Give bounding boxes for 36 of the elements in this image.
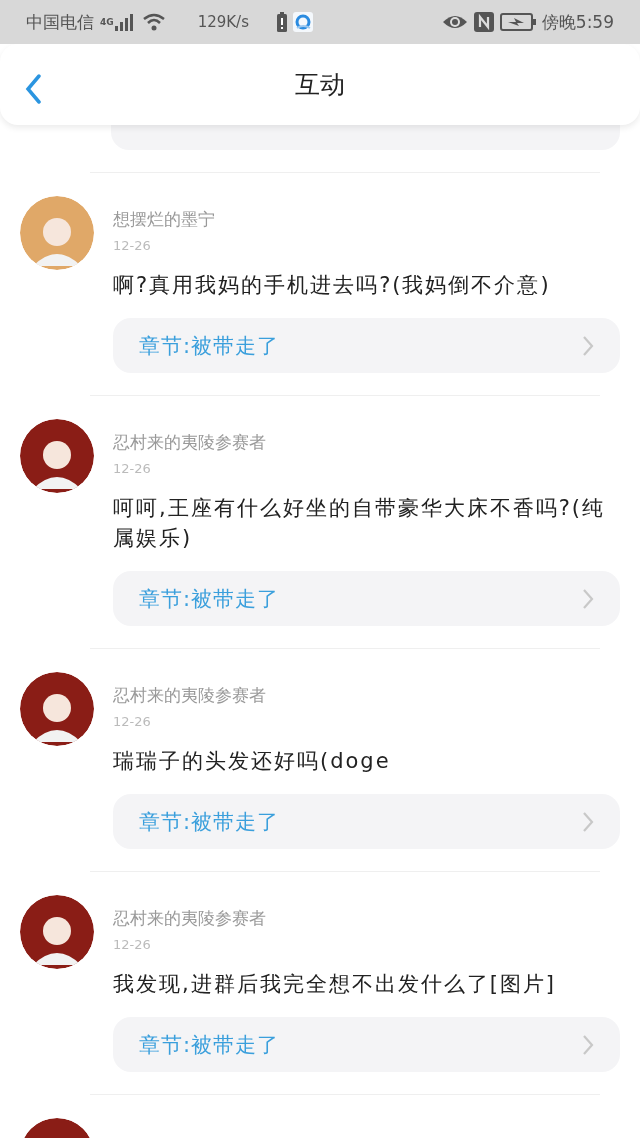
user-name[interactable]: 忍村来的夷陵参赛者	[113, 684, 266, 706]
comment-text: 瑞瑞子的头发还好吗(doge	[113, 748, 392, 775]
chevron-right-icon	[582, 587, 594, 610]
user-name[interactable]: 想摆烂的墨宁	[113, 208, 215, 230]
eye-icon	[441, 13, 468, 31]
avatar[interactable]	[20, 419, 94, 493]
chevron-right-icon	[582, 1033, 594, 1056]
chapter-link[interactable]: 章节:被带走了	[113, 571, 620, 626]
chapter-link[interactable]: 章节:被带走了	[113, 318, 620, 373]
app-icon	[293, 12, 313, 32]
page-title: 互动	[295, 69, 345, 101]
clock: 傍晚5:59	[541, 10, 614, 34]
comment-text: 我发现,进群后我完全想不出发什么了[图片]	[113, 971, 558, 998]
comment-text: 啊?真用我妈的手机进去吗?(我妈倒不介意)	[113, 272, 552, 299]
wifi-icon	[141, 12, 166, 32]
chevron-right-icon	[582, 810, 594, 833]
network-speed: 129K/s	[197, 13, 249, 31]
avatar[interactable]	[20, 672, 94, 746]
carrier-name: 中国电信	[26, 10, 94, 34]
chapter-link[interactable]: 章节:被带走了	[113, 794, 620, 849]
nfc-icon	[473, 12, 494, 32]
comment-date: 12-26	[113, 936, 151, 954]
avatar[interactable]	[20, 895, 94, 969]
battery-charging-icon	[499, 13, 536, 31]
comment-text: 呵呵,王座有什么好坐的自带豪华大床不香吗?(纯属娱乐)	[113, 495, 606, 552]
chevron-right-icon	[582, 334, 594, 357]
battery-alert-icon	[277, 12, 287, 32]
back-icon[interactable]	[24, 74, 42, 104]
comment-date: 12-26	[113, 713, 151, 731]
user-name[interactable]: 忍村来的夷陵参赛者	[113, 431, 266, 453]
comment-date: 12-26	[113, 237, 151, 255]
signal-icon	[113, 12, 136, 32]
chapter-link[interactable]: 章节:被带走了	[113, 1017, 620, 1072]
comment-date: 12-26	[113, 460, 151, 478]
user-name[interactable]: 忍村来的夷陵参赛者	[113, 907, 266, 929]
network-type: 4G	[100, 16, 114, 27]
